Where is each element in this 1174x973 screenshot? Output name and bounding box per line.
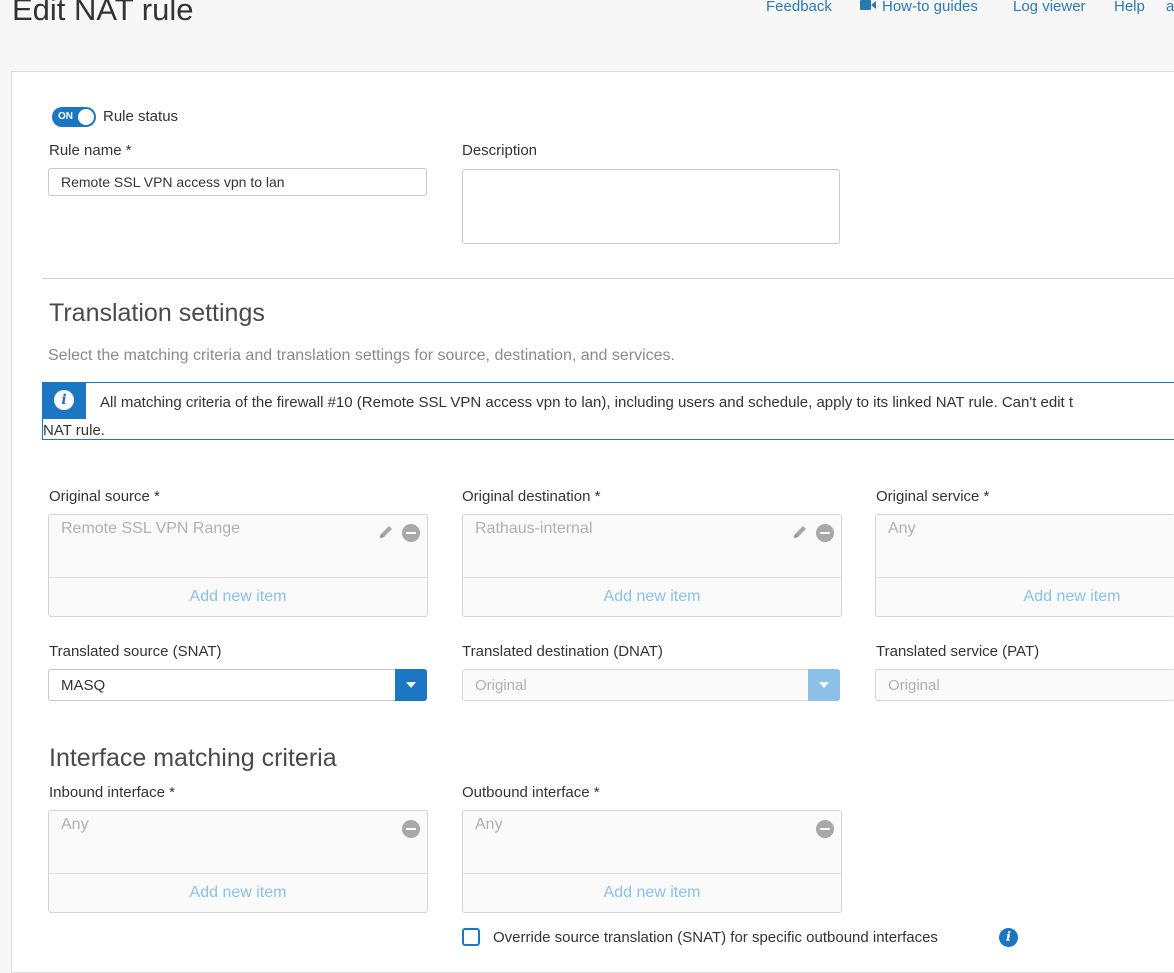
info-banner-text-line2: NAT rule. (43, 422, 105, 439)
rule-name-label: Rule name * (49, 142, 132, 159)
info-icon: i (54, 390, 74, 410)
override-snat-checkbox[interactable] (462, 928, 480, 946)
cut-off-link[interactable]: a (1166, 0, 1174, 15)
rule-name-input[interactable]: Remote SSL VPN access vpn to lan (48, 168, 427, 196)
add-new-item-button[interactable]: Add new item (49, 588, 427, 606)
original-source-item[interactable]: Remote SSL VPN Range (61, 520, 240, 538)
toggle-knob (78, 109, 94, 125)
original-destination-list: Rathaus-internal Add new item (462, 514, 842, 617)
original-destination-item[interactable]: Rathaus-internal (475, 520, 592, 538)
toggle-on-text: ON (58, 111, 73, 122)
list-separator (876, 577, 1174, 578)
info-icon[interactable]: i (999, 928, 1018, 947)
translated-source-select[interactable]: MASQ (48, 669, 427, 701)
inbound-interface-label: Inbound interface * (49, 784, 175, 801)
inbound-interface-item[interactable]: Any (61, 816, 89, 834)
info-banner-icon-block: i (42, 382, 86, 419)
translated-source-value: MASQ (61, 676, 106, 694)
translation-settings-subtitle: Select the matching criteria and transla… (48, 347, 675, 364)
list-separator (463, 577, 841, 578)
override-snat-label: Override source translation (SNAT) for s… (493, 929, 938, 946)
chevron-down-icon[interactable] (808, 669, 840, 701)
video-icon (860, 0, 876, 10)
original-source-label: Original source * (49, 488, 160, 505)
translated-source-label: Translated source (SNAT) (49, 643, 222, 660)
original-service-list: Any Add new item (875, 514, 1174, 617)
feedback-link[interactable]: Feedback (766, 0, 832, 15)
remove-icon[interactable] (402, 524, 420, 542)
list-separator (49, 577, 427, 578)
add-new-item-button[interactable]: Add new item (876, 588, 1174, 606)
original-service-label: Original service * (876, 488, 990, 505)
inbound-interface-list: Any Add new item (48, 810, 428, 913)
translated-service-label: Translated service (PAT) (876, 643, 1040, 660)
original-destination-label: Original destination * (462, 488, 601, 505)
chevron-down-icon[interactable] (395, 669, 427, 701)
log-viewer-link[interactable]: Log viewer (1013, 0, 1086, 15)
remove-icon[interactable] (816, 524, 834, 542)
pencil-icon[interactable] (791, 523, 809, 541)
remove-icon[interactable] (816, 820, 834, 838)
translated-destination-value: Original (475, 676, 527, 694)
translated-destination-select[interactable]: Original (462, 669, 840, 701)
interface-matching-title: Interface matching criteria (49, 744, 337, 772)
original-source-list: Remote SSL VPN Range Add new item (48, 514, 428, 617)
top-links: Feedback How-to guides Log viewer Help a (0, 0, 1174, 18)
how-to-guides-link[interactable]: How-to guides (882, 0, 978, 15)
help-link[interactable]: Help (1114, 0, 1145, 15)
translated-service-value: Original (888, 676, 940, 694)
info-banner: i All matching criteria of the firewall … (42, 382, 1174, 440)
pencil-icon[interactable] (377, 523, 395, 541)
translation-settings-title: Translation settings (49, 299, 265, 327)
list-separator (49, 873, 427, 874)
description-textarea[interactable] (462, 169, 840, 244)
outbound-interface-item[interactable]: Any (475, 816, 503, 834)
description-label: Description (462, 142, 538, 159)
remove-icon[interactable] (402, 820, 420, 838)
rule-status-toggle[interactable]: ON (52, 107, 96, 127)
add-new-item-button[interactable]: Add new item (49, 884, 427, 902)
original-service-item[interactable]: Any (888, 520, 916, 538)
add-new-item-button[interactable]: Add new item (463, 884, 841, 902)
info-banner-text-line1: All matching criteria of the firewall #1… (100, 394, 1074, 411)
outbound-interface-label: Outbound interface * (462, 784, 600, 801)
outbound-interface-list: Any Add new item (462, 810, 842, 913)
translated-destination-label: Translated destination (DNAT) (462, 643, 663, 660)
add-new-item-button[interactable]: Add new item (463, 588, 841, 606)
list-separator (463, 873, 841, 874)
section-divider (42, 278, 1174, 279)
rule-status-label: Rule status (103, 108, 179, 125)
translated-service-select[interactable]: Original (875, 669, 1174, 701)
